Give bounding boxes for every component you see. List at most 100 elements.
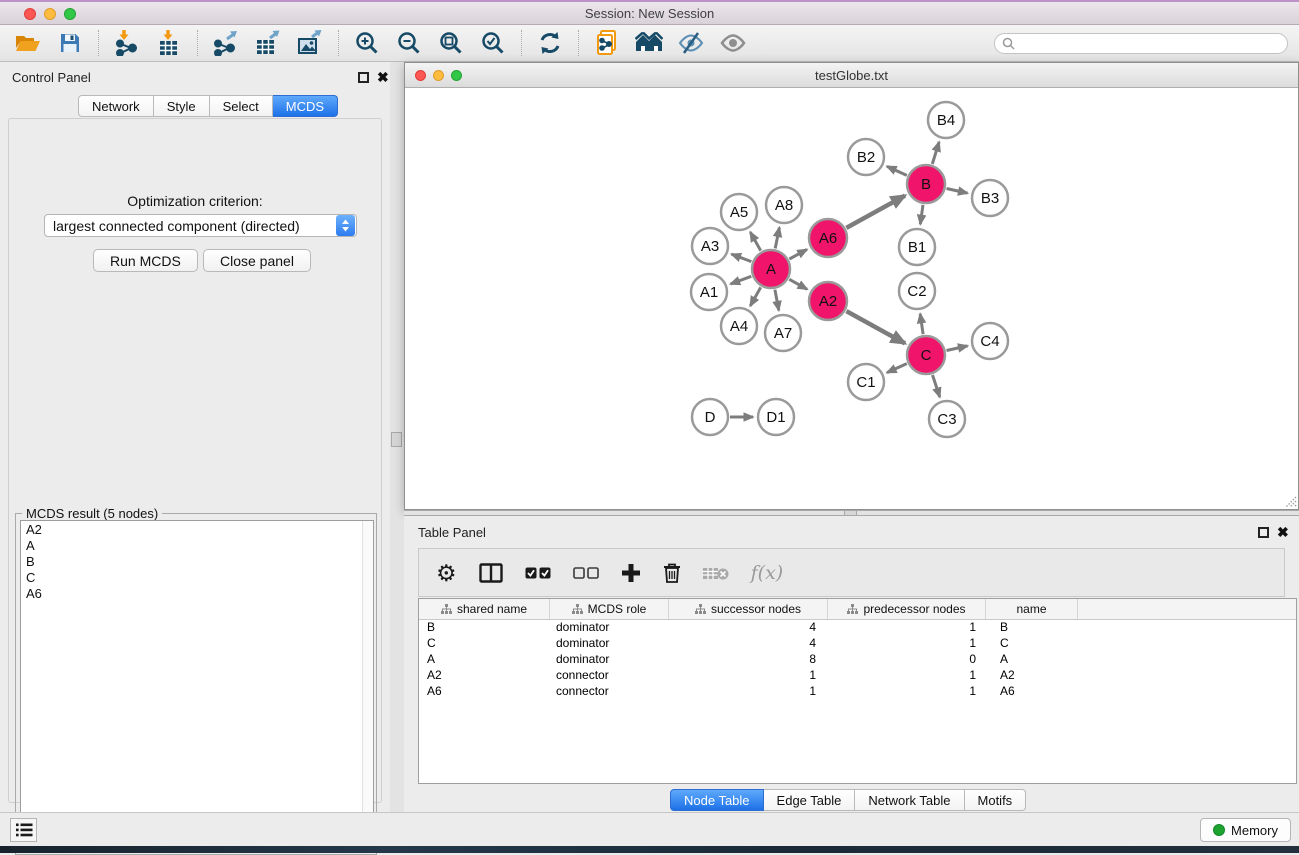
edge-A-A1[interactable] [731, 276, 752, 284]
cell-shared_name[interactable]: B [419, 620, 550, 636]
table-settings-gear-icon[interactable]: ⚙ [436, 558, 457, 588]
tab-network-table[interactable]: Network Table [855, 789, 964, 811]
split-view-icon[interactable] [479, 558, 503, 588]
zoom-out-icon[interactable] [395, 29, 423, 57]
cell-name[interactable]: A [986, 652, 1078, 668]
delete-column-icon[interactable] [663, 558, 681, 588]
import-network-icon[interactable] [113, 29, 141, 57]
cell-successor_nodes[interactable]: 4 [669, 620, 828, 636]
network-window-titlebar[interactable]: testGlobe.txt [405, 63, 1298, 88]
tab-node-table[interactable]: Node Table [670, 789, 764, 811]
cell-successor_nodes[interactable]: 8 [669, 652, 828, 668]
tab-network[interactable]: Network [78, 95, 154, 117]
select-all-columns-icon[interactable] [525, 558, 551, 588]
cell-shared_name[interactable]: C [419, 636, 550, 652]
float-panel-icon[interactable] [358, 72, 369, 83]
hide-details-icon[interactable] [677, 29, 705, 57]
table-row[interactable]: Cdominator41C [419, 636, 1296, 652]
memory-button[interactable]: Memory [1200, 818, 1291, 842]
cell-name[interactable]: B [986, 620, 1078, 636]
zoom-in-icon[interactable] [353, 29, 381, 57]
column-header-successor_nodes[interactable]: successor nodes [669, 599, 828, 619]
result-list-scrollbar[interactable] [362, 521, 373, 849]
result-list-item[interactable]: A2 [21, 521, 373, 537]
delete-table-icon[interactable] [703, 558, 729, 588]
edge-C-C3[interactable] [933, 375, 940, 397]
close-table-panel-icon[interactable]: ✖ [1277, 525, 1289, 539]
edge-A6-B[interactable] [846, 196, 905, 228]
cell-predecessor_nodes[interactable]: 1 [828, 620, 986, 636]
edge-A-A8[interactable] [775, 228, 779, 249]
close-panel-icon[interactable]: ✖ [377, 70, 389, 84]
cell-predecessor_nodes[interactable]: 0 [828, 652, 986, 668]
edge-C-C4[interactable] [947, 346, 968, 351]
deselect-all-columns-icon[interactable] [573, 558, 599, 588]
tab-mcds[interactable]: MCDS [273, 95, 338, 117]
edge-A2-C[interactable] [846, 311, 905, 343]
optimization-criterion-dropdown[interactable]: largest connected component (directed) [44, 214, 357, 237]
new-network-from-selection-icon[interactable] [593, 29, 621, 57]
edge-A-A3[interactable] [732, 254, 752, 262]
add-column-icon[interactable] [621, 558, 641, 588]
show-details-icon[interactable] [719, 29, 747, 57]
network-canvas[interactable]: B4B2BB3A8A5A6A3B1AA1C2A2A4A7C4CC1C3DD1 [405, 88, 1298, 509]
tab-motifs[interactable]: Motifs [965, 789, 1027, 811]
task-history-button[interactable] [10, 818, 37, 842]
table-row[interactable]: A2connector11A2 [419, 668, 1296, 684]
function-builder-icon[interactable]: f(x) [751, 558, 784, 588]
edge-B-B3[interactable] [947, 189, 968, 194]
float-table-panel-icon[interactable] [1258, 527, 1269, 538]
close-panel-button[interactable]: Close panel [203, 249, 311, 272]
edge-B-B4[interactable] [932, 142, 939, 164]
export-image-icon[interactable] [296, 29, 324, 57]
window-resize-grip[interactable] [1283, 494, 1297, 508]
cell-mcds_role[interactable]: connector [550, 684, 669, 700]
edge-B-B1[interactable] [920, 205, 923, 224]
cell-mcds_role[interactable]: dominator [550, 620, 669, 636]
zoom-fit-icon[interactable] [437, 29, 465, 57]
column-header-name[interactable]: name [986, 599, 1078, 619]
export-table-icon[interactable] [254, 29, 282, 57]
cell-mcds_role[interactable]: dominator [550, 636, 669, 652]
cell-shared_name[interactable]: A6 [419, 684, 550, 700]
table-row[interactable]: Bdominator41B [419, 620, 1296, 636]
zoom-selected-icon[interactable] [479, 29, 507, 57]
column-header-mcds_role[interactable]: MCDS role [550, 599, 669, 619]
tab-style[interactable]: Style [154, 95, 210, 117]
run-mcds-button[interactable]: Run MCDS [93, 249, 198, 272]
cell-predecessor_nodes[interactable]: 1 [828, 684, 986, 700]
edge-A-A7[interactable] [775, 290, 779, 311]
edge-A-A4[interactable] [750, 287, 760, 306]
cell-name[interactable]: C [986, 636, 1078, 652]
cell-mcds_role[interactable]: dominator [550, 652, 669, 668]
save-session-icon[interactable] [56, 29, 84, 57]
edge-C-C2[interactable] [920, 314, 923, 334]
vertical-splitter[interactable] [390, 62, 404, 812]
cell-successor_nodes[interactable]: 4 [669, 636, 828, 652]
refresh-layout-icon[interactable] [536, 29, 564, 57]
table-row[interactable]: Adominator80A [419, 652, 1296, 668]
edge-A-A5[interactable] [750, 232, 760, 251]
search-input[interactable] [1015, 36, 1287, 52]
splitter-grip[interactable] [391, 432, 402, 447]
result-list-item[interactable]: A6 [21, 585, 373, 601]
tab-edge-table[interactable]: Edge Table [764, 789, 856, 811]
edge-B-B2[interactable] [887, 166, 907, 175]
result-list-item[interactable]: A [21, 537, 373, 553]
cell-name[interactable]: A2 [986, 668, 1078, 684]
cell-name[interactable]: A6 [986, 684, 1078, 700]
edge-C-C1[interactable] [887, 364, 907, 373]
column-header-predecessor_nodes[interactable]: predecessor nodes [828, 599, 986, 619]
cell-mcds_role[interactable]: connector [550, 668, 669, 684]
cell-predecessor_nodes[interactable]: 1 [828, 636, 986, 652]
result-list-item[interactable]: C [21, 569, 373, 585]
edge-A-A2[interactable] [789, 279, 807, 289]
cell-successor_nodes[interactable]: 1 [669, 684, 828, 700]
home-icon[interactable] [635, 29, 663, 57]
cell-successor_nodes[interactable]: 1 [669, 668, 828, 684]
table-row[interactable]: A6connector11A6 [419, 684, 1296, 700]
export-network-icon[interactable] [212, 29, 240, 57]
cell-predecessor_nodes[interactable]: 1 [828, 668, 986, 684]
tab-select[interactable]: Select [210, 95, 273, 117]
search-box[interactable] [994, 33, 1288, 54]
